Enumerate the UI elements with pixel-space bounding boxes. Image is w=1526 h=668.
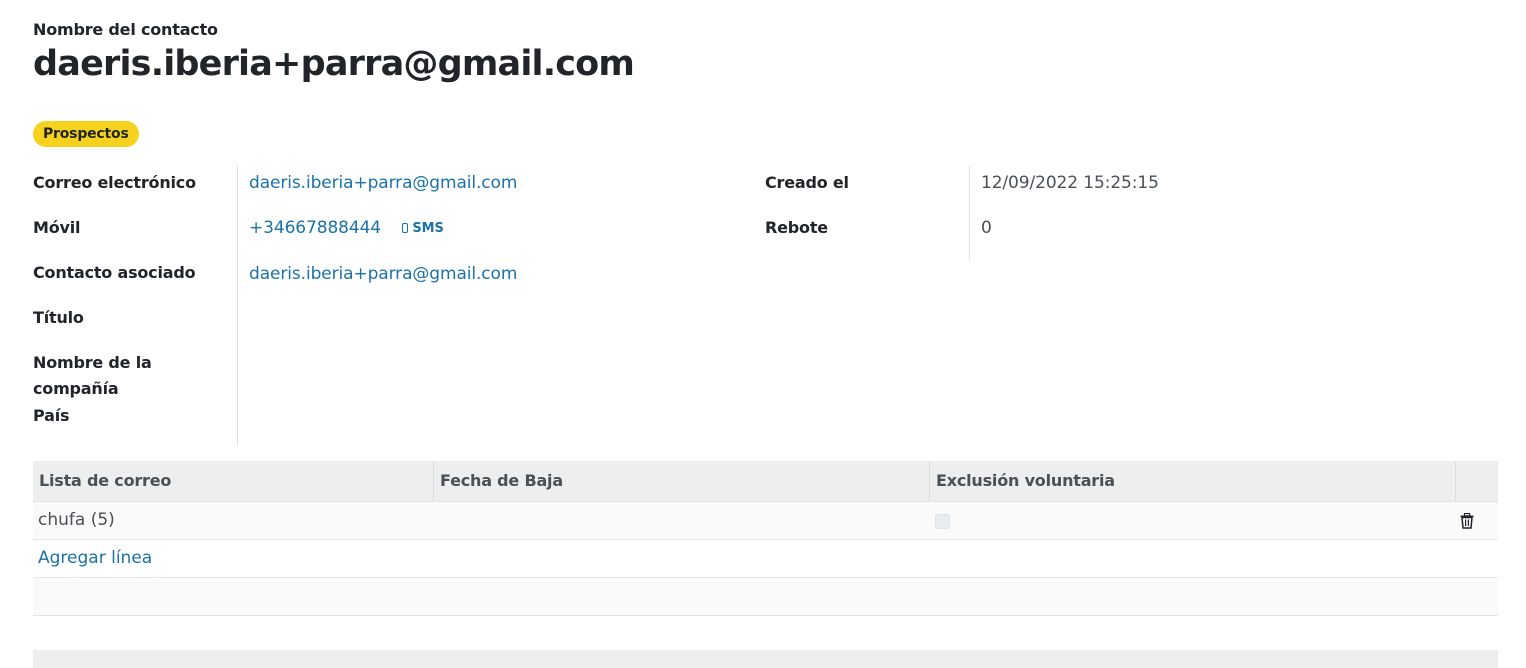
partner-link[interactable]: daeris.iberia+parra@gmail.com: [249, 264, 517, 284]
partner-label: Contacto asociado: [33, 263, 196, 282]
column-header-opt-out[interactable]: Exclusión voluntaria: [930, 461, 1456, 501]
contact-details-left: Correo electrónico daeris.iberia+parra@g…: [33, 166, 733, 446]
email-value: daeris.iberia+parra@gmail.com: [249, 170, 517, 196]
mobile-phone-icon: [402, 223, 409, 233]
table-header: Lista de correo Fecha de Baja Exclusión …: [33, 461, 1498, 502]
field-divider: [969, 166, 970, 260]
tag-badge[interactable]: Prospectos: [33, 121, 139, 147]
table-footer: [33, 650, 1498, 668]
mobile-label: Móvil: [33, 218, 81, 237]
company-label-line1: Nombre de la: [33, 353, 152, 372]
mobile-value: +34667888444 SMS: [249, 215, 444, 242]
contact-name-title[interactable]: daeris.iberia+parra@gmail.com: [33, 44, 635, 84]
contact-details-right: Creado el 12/09/2022 15:25:15 Rebote 0: [765, 166, 1498, 260]
table-row[interactable]: chufa (5): [33, 502, 1498, 540]
mailing-list-table: Lista de correo Fecha de Baja Exclusión …: [33, 461, 1498, 616]
add-line-cell: Agregar línea: [33, 540, 434, 577]
mailing-list-cell[interactable]: chufa (5): [33, 502, 434, 539]
contact-form: Nombre del contacto daeris.iberia+parra@…: [33, 0, 1498, 668]
trash-icon[interactable]: [1460, 513, 1474, 529]
field-divider: [237, 166, 238, 446]
mobile-link[interactable]: +34667888444: [249, 218, 381, 238]
column-header-mailing-list[interactable]: Lista de correo: [33, 461, 434, 501]
sms-label: SMS: [412, 221, 444, 236]
created-label: Creado el: [765, 173, 849, 192]
bounce-value[interactable]: 0: [981, 215, 992, 241]
title-label: Título: [33, 308, 84, 327]
column-header-unsubscription-date[interactable]: Fecha de Baja: [434, 461, 930, 501]
country-label: País: [33, 406, 70, 425]
unsubscription-date-cell[interactable]: [434, 502, 930, 539]
company-label-line2: compañía: [33, 379, 119, 398]
company-label: Nombre de la compañía: [33, 350, 152, 402]
add-line-row: Agregar línea: [33, 540, 1498, 578]
partner-value: daeris.iberia+parra@gmail.com: [249, 261, 517, 287]
contact-name-label: Nombre del contacto: [33, 20, 218, 39]
opt-out-checkbox[interactable]: [935, 514, 950, 529]
add-line-link[interactable]: Agregar línea: [38, 548, 152, 568]
column-header-actions: [1456, 461, 1498, 501]
email-link[interactable]: daeris.iberia+parra@gmail.com: [249, 173, 517, 193]
email-label: Correo electrónico: [33, 173, 196, 192]
empty-row: [33, 578, 1498, 616]
bounce-label: Rebote: [765, 218, 828, 237]
sms-button[interactable]: SMS: [402, 216, 444, 242]
created-value: 12/09/2022 15:25:15: [981, 173, 1159, 193]
